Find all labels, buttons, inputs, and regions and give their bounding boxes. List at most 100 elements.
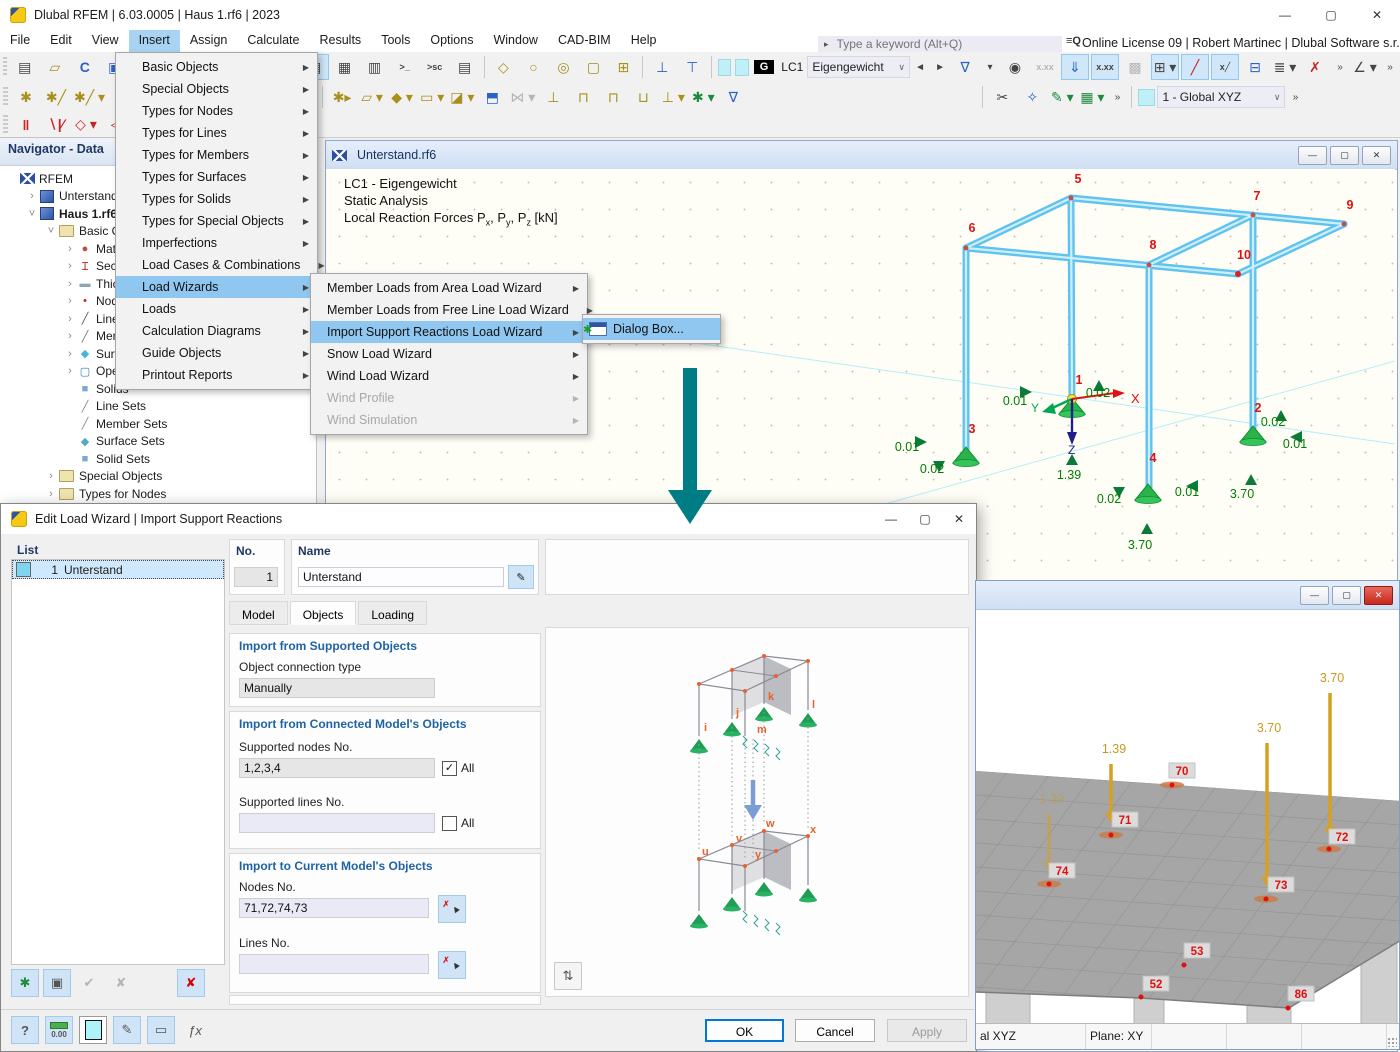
new-node-icon[interactable]: ✱ xyxy=(12,84,40,110)
wizard-menu-item[interactable]: Snow Load Wizard▶ xyxy=(311,343,587,365)
nav-item-line-sets[interactable]: ╱Line Sets xyxy=(0,398,316,416)
insert-menu-item[interactable]: Imperfections▶ xyxy=(116,232,317,254)
insert-menu-item[interactable]: Load Cases & Combinations▶ xyxy=(116,254,317,276)
dialog-minimize-button[interactable]: — xyxy=(874,512,908,526)
supported-lines-all-checkbox[interactable] xyxy=(442,816,457,831)
wizard-menu-item[interactable]: Member Loads from Free Line Load Wizard▶ xyxy=(311,299,587,321)
select-polygon-icon[interactable]: ◇ xyxy=(489,54,517,80)
select-box-icon[interactable]: ▢ xyxy=(579,54,607,80)
menubar-item[interactable]: CAD-BIM xyxy=(548,30,621,52)
printout-report-icon[interactable]: ▤ xyxy=(451,54,479,80)
insert-menu-item[interactable]: Loads▶ xyxy=(116,298,317,320)
dialog-tab[interactable]: Objects xyxy=(290,601,357,625)
elastic-support-icon[interactable]: ⊥ ▾ xyxy=(659,84,687,110)
result-diagram-icon[interactable]: ╱ xyxy=(1181,54,1209,80)
help-icon[interactable]: ? xyxy=(11,1016,39,1044)
diagram-values-icon[interactable]: x╱ xyxy=(1211,54,1239,80)
console-icon[interactable]: >_ xyxy=(391,54,419,80)
new-model-icon[interactable]: ▤ xyxy=(11,54,39,80)
nav-item-types-for-nodes[interactable]: ›Types for Nodes xyxy=(0,485,316,503)
slab-3d-drawing[interactable]: 3.703.701.391.397071727374535286 xyxy=(976,610,1399,1027)
tables-icon[interactable]: ▦ xyxy=(331,54,359,80)
new-surface-icon[interactable]: ▱ ▾ xyxy=(358,84,386,110)
view-close-button[interactable]: ✕ xyxy=(1362,146,1391,165)
target-nodes-field[interactable] xyxy=(239,898,429,918)
menubar-item[interactable]: Assign xyxy=(180,30,238,52)
new-cut-icon[interactable]: ◪ ▾ xyxy=(448,84,476,110)
dimension-icon[interactable]: ∠ ▾ xyxy=(1351,54,1379,80)
color-swatch-2[interactable] xyxy=(735,59,748,76)
overflow-3-icon[interactable]: » xyxy=(1108,84,1126,110)
filter-caret-icon[interactable]: ▾ xyxy=(981,54,999,80)
select-nodes-button[interactable]: ✗▲ xyxy=(438,895,466,923)
values-off-icon[interactable]: x.xx xyxy=(1031,54,1059,80)
wizard-new-icon[interactable]: ✱ xyxy=(11,969,39,997)
new-line-icon[interactable]: ✱╱ xyxy=(42,84,70,110)
overflow-1-icon[interactable]: » xyxy=(1331,54,1349,80)
select-ring-icon[interactable]: ◎ xyxy=(549,54,577,80)
new-opening-icon[interactable]: ▭ ▾ xyxy=(418,84,446,110)
wizard-list-item[interactable]: 1 Unterstand xyxy=(12,560,224,579)
dialog-tab[interactable]: Model xyxy=(229,601,288,625)
formula-icon[interactable]: ƒx xyxy=(181,1016,209,1044)
object-connection-type-field[interactable] xyxy=(239,678,435,698)
insert-menu-item[interactable]: Basic Objects▶ xyxy=(116,56,317,78)
wizard-number-field[interactable] xyxy=(234,567,278,587)
wizard-menu-item[interactable]: Member Loads from Area Load Wizard▶ xyxy=(311,277,587,299)
app-minimize-button[interactable]: — xyxy=(1262,8,1308,22)
loadcase-combobox[interactable]: Eigengewicht∨ xyxy=(807,56,910,78)
nav-item-special-objects[interactable]: ›Special Objects xyxy=(0,468,316,486)
select-circle-icon[interactable]: ○ xyxy=(519,54,547,80)
uncheck-all-icon[interactable]: ✘ xyxy=(107,969,135,997)
results-arrows-icon[interactable]: ⇓ xyxy=(1061,54,1089,80)
ok-button[interactable]: OK xyxy=(705,1019,784,1042)
wizard-name-field[interactable] xyxy=(298,567,504,587)
insert-menu-item[interactable]: Guide Objects▶ xyxy=(116,342,317,364)
parallel-lines-icon[interactable]: ‖ xyxy=(12,112,40,138)
dialog-maximize-button[interactable]: ▢ xyxy=(908,512,942,526)
transfer-preview-icon[interactable]: ⇅ xyxy=(554,962,582,990)
clear-zoom-icon[interactable]: ✗ xyxy=(1301,54,1329,80)
nodal-support-icon[interactable]: ⊥ xyxy=(539,84,567,110)
dialog-close-button[interactable]: ✕ xyxy=(942,512,976,526)
result-grid-icon[interactable]: ⊞ ▾ xyxy=(1151,54,1179,80)
dialog-box-menu-item[interactable]: Dialog Box... xyxy=(583,318,720,340)
next-loadcase-icon[interactable]: ► xyxy=(931,54,949,80)
wizard-menu-item[interactable]: Wind Simulation▶ xyxy=(311,409,587,431)
inactive-tool-icon[interactable]: ⋈ ▾ xyxy=(508,84,537,110)
wizard-delete-icon[interactable]: ✘ xyxy=(177,969,205,997)
list-item-checkbox[interactable] xyxy=(16,562,31,577)
view-restore-button[interactable]: ▢ xyxy=(1330,146,1359,165)
menubar-item[interactable]: Calculate xyxy=(237,30,309,52)
insert-menu-item[interactable]: Special Objects▶ xyxy=(116,78,317,100)
insert-menu-item[interactable]: Printout Reports▶ xyxy=(116,364,317,386)
view-minimize-button[interactable]: — xyxy=(1298,146,1327,165)
supported-nodes-all-checkbox[interactable]: ✓ xyxy=(442,761,457,776)
solid-results-icon[interactable]: ▩ xyxy=(1121,54,1149,80)
wizard-menu-item[interactable]: Wind Profile▶ xyxy=(311,387,587,409)
menubar-item[interactable]: Tools xyxy=(371,30,420,52)
display-colors-icon[interactable]: ✎ ▾ xyxy=(1048,84,1076,110)
result-values-icon[interactable]: x.xx xyxy=(1091,54,1119,80)
table-colors-icon[interactable]: ▥ xyxy=(361,54,389,80)
coordinate-system-combobox[interactable]: 1 - Global XYZ∨ xyxy=(1157,86,1285,108)
slab-view-minimize-button[interactable]: — xyxy=(1300,586,1329,605)
calculation-icon[interactable]: ≣ ▾ xyxy=(1271,54,1299,80)
insert-menu-item[interactable]: Calculation Diagrams▶ xyxy=(116,320,317,342)
select-lines-button[interactable]: ✗▲ xyxy=(438,951,466,979)
node-tool-icon[interactable]: ✱▸ xyxy=(328,84,356,110)
slab-view-close-button[interactable]: ✕ xyxy=(1364,586,1393,605)
app-close-button[interactable]: ✕ xyxy=(1354,8,1400,22)
resize-grip[interactable] xyxy=(1387,1037,1397,1047)
nav-item-solid-sets[interactable]: ■Solid Sets xyxy=(0,450,316,468)
member-support-icon[interactable]: ⊓ xyxy=(599,84,627,110)
slab-view-titlebar[interactable]: — ▢ ✕ xyxy=(976,581,1399,610)
check-all-icon[interactable]: ✔ xyxy=(75,969,103,997)
insert-menu-item[interactable]: Types for Special Objects▶ xyxy=(116,210,317,232)
search-input[interactable] xyxy=(835,36,1056,52)
cancel-button[interactable]: Cancel xyxy=(795,1019,875,1042)
overflow-2-icon[interactable]: » xyxy=(1381,54,1399,80)
dialog-tab[interactable]: Loading xyxy=(358,601,427,625)
rendering-icon[interactable]: ▭ xyxy=(147,1016,175,1044)
nav-item-surface-sets[interactable]: ◆Surface Sets xyxy=(0,433,316,451)
